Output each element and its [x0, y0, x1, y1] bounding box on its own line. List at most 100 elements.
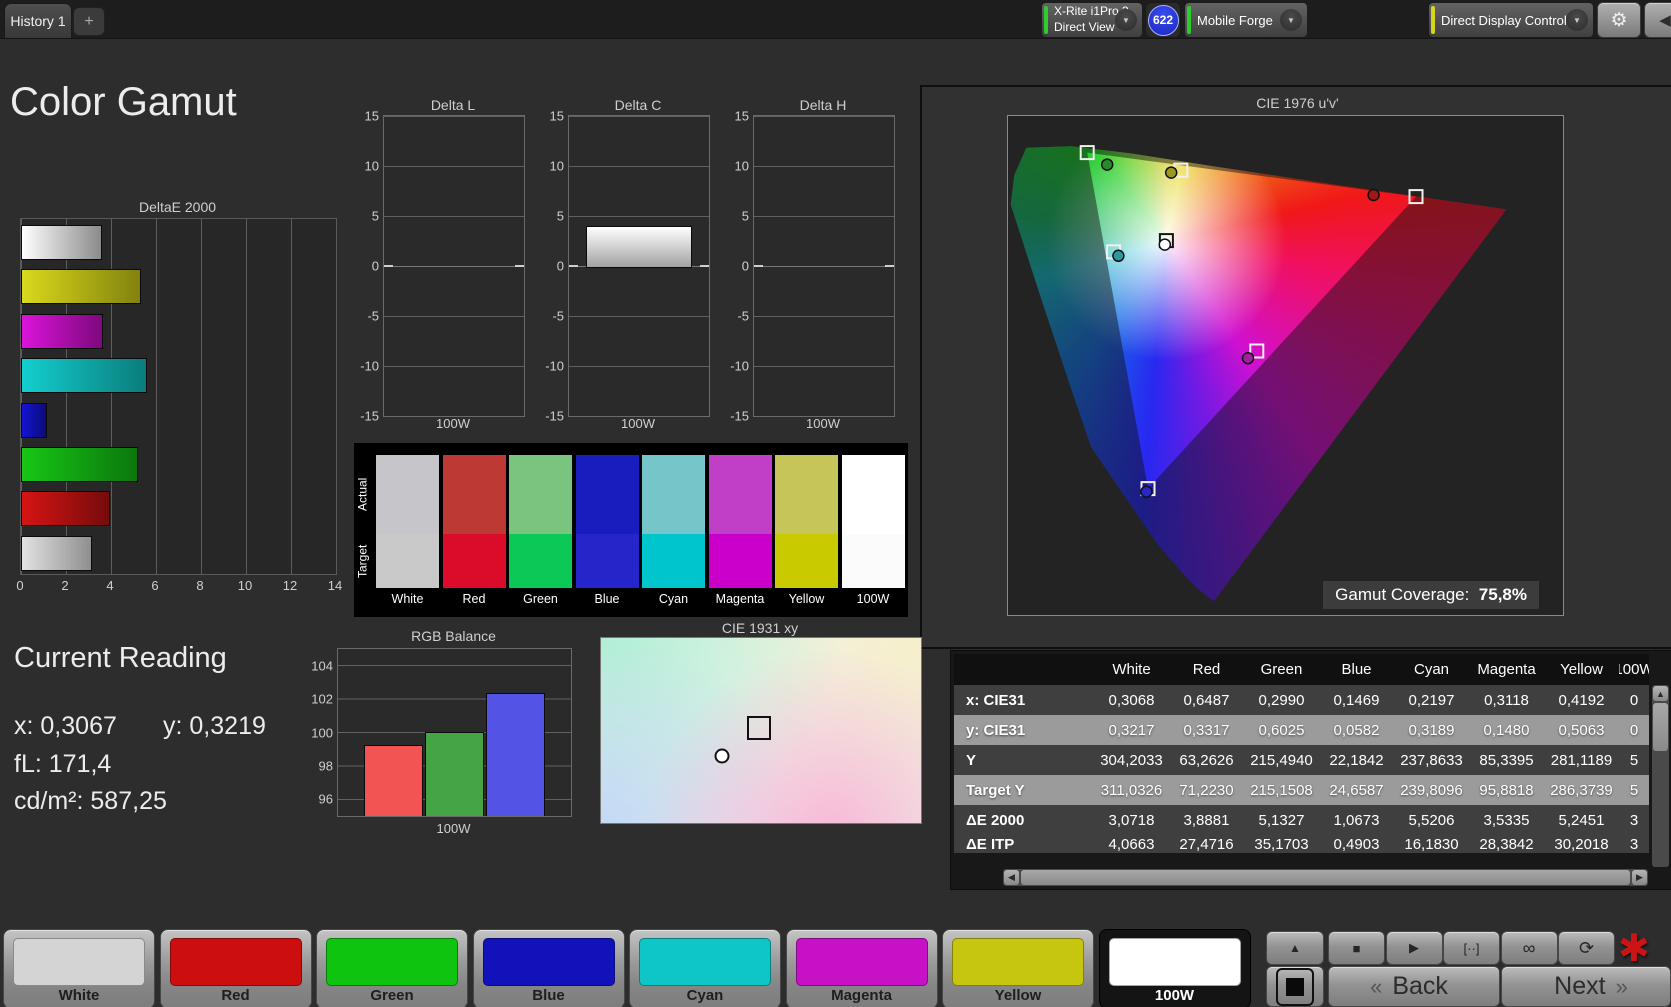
pattern-button-100w[interactable]: 100W [1098, 929, 1251, 1007]
control-dropdown-label: Direct Display Control [1441, 12, 1567, 28]
row-label: ΔE 2000 [966, 811, 1025, 829]
swatch-label: 100W [856, 592, 890, 606]
table-cell: 1,0673 [1333, 811, 1380, 829]
axis-tick-label: 102 [311, 691, 333, 707]
column-header: White [1112, 661, 1151, 678]
pattern-window-button[interactable] [1266, 966, 1324, 1007]
axis-tick-label: -5 [737, 308, 749, 324]
axis-tick-label: 96 [318, 791, 333, 807]
axis-tick-label: 98 [318, 758, 333, 774]
target-swatch [642, 534, 705, 588]
pattern-button-magenta[interactable]: Magenta [785, 929, 938, 1007]
table-horizontal-scrollbar[interactable]: ◀ ▶ [1003, 869, 1648, 886]
pattern-up-button[interactable]: ▲ [1266, 931, 1324, 965]
delta-l-xlabel: 100W [436, 416, 470, 431]
target-swatch [841, 534, 905, 588]
target-swatch [442, 534, 506, 588]
axis-tick-label: -10 [360, 358, 379, 374]
settings-button[interactable]: ⚙ [1597, 2, 1641, 38]
pattern-color-swatch [639, 938, 771, 986]
meter-count-badge[interactable]: 622 [1145, 2, 1181, 38]
axis-tick-label: 0 [371, 258, 379, 274]
pattern-button-cyan[interactable]: Cyan [629, 929, 781, 1007]
source-dropdown[interactable]: Mobile Forge ▼ [1184, 2, 1308, 38]
pattern-button-blue[interactable]: Blue [472, 929, 625, 1007]
scroll-up-button[interactable]: ▲ [1653, 686, 1668, 701]
loop-button[interactable]: ∞ [1500, 931, 1558, 965]
scroll-thumb[interactable] [1021, 870, 1630, 885]
table-cell: 3 [1629, 835, 1639, 853]
range-icon: [··] [1463, 940, 1480, 956]
table-cell: 0,1469 [1333, 691, 1380, 709]
swatch-column-green: Green [509, 455, 572, 606]
next-button[interactable]: Next » [1501, 966, 1671, 1007]
target-swatch [509, 534, 572, 588]
swatch-label: Cyan [658, 592, 689, 606]
table-cell: 30,2018 [1554, 835, 1609, 853]
pattern-button-label: Magenta [831, 987, 892, 1004]
measured-dot-blue [1140, 485, 1153, 499]
next-chevrons-icon: » [1615, 973, 1628, 999]
tab-history-1[interactable]: History 1 [4, 3, 72, 38]
pattern-button-label: Yellow [994, 987, 1042, 1004]
pattern-button-red[interactable]: Red [159, 929, 312, 1007]
play-button[interactable]: ▶ [1385, 931, 1443, 965]
scroll-right-button[interactable]: ▶ [1632, 870, 1647, 885]
axis-tick-label: -15 [730, 408, 749, 424]
deltae-chart-title: DeltaE 2000 [138, 199, 217, 215]
back-button[interactable]: « Back [1328, 966, 1500, 1007]
range-button[interactable]: [··] [1443, 931, 1500, 965]
axis-tick-label: 10 [364, 158, 379, 174]
pattern-button-white[interactable]: White [3, 929, 155, 1007]
pattern-button-yellow[interactable]: Yellow [942, 929, 1094, 1007]
out-of-gamut-shade [1010, 146, 1507, 602]
actual-swatch [442, 455, 506, 534]
up-arrow-icon: ▲ [1289, 941, 1301, 955]
control-dropdown[interactable]: Direct Display Control ▼ [1428, 2, 1594, 38]
deltae-bar-100w [21, 225, 102, 260]
cie1931-measured-dot [714, 748, 730, 764]
refresh-button[interactable]: ⟳ [1558, 931, 1615, 965]
measurement-table: ▲ ◀ ▶ White Red Green Blue Cyan Magenta Yellow… [950, 650, 1671, 890]
column-header: Green [1260, 661, 1303, 678]
table-row: y: CIE31 0,3217 0,3317 0,6025 0,0582 0,3189 0,… [954, 715, 1649, 745]
delta-c-title: Delta C [614, 97, 662, 113]
table-cell: 3,8881 [1183, 811, 1230, 829]
swatch-label: Red [462, 592, 486, 606]
table-cell: 24,6587 [1329, 781, 1384, 799]
table-cell: 0,2990 [1258, 691, 1305, 709]
collapse-panel-button[interactable]: ◀ [1644, 2, 1671, 38]
axis-tick-label: 12 [282, 578, 298, 593]
deltae-bar-red [21, 491, 111, 527]
axis-tick-label: 100 [311, 725, 333, 740]
rgb-bar-green [425, 731, 484, 816]
meter-dropdown[interactable]: X-Rite i1Pro 3 Direct View ▼ [1041, 2, 1143, 38]
swatch-row-label: Target [355, 544, 370, 578]
axis-tick-label: 0 [556, 258, 564, 274]
add-tab-button[interactable]: + [73, 7, 105, 36]
scroll-left-button[interactable]: ◀ [1004, 870, 1019, 885]
scroll-thumb[interactable] [1653, 703, 1668, 751]
stop-button[interactable]: ■ [1328, 931, 1385, 965]
table-vertical-scrollbar[interactable]: ▲ [1652, 685, 1669, 867]
table-cell: 85,3395 [1479, 751, 1534, 769]
refresh-icon: ⟳ [1578, 937, 1595, 958]
zero-tick [885, 265, 894, 267]
swatch-column-cyan: Cyan [642, 455, 705, 606]
table-cell: 0,5063 [1558, 721, 1605, 739]
swatch-label: White [391, 592, 424, 606]
table-cell: 5,5206 [1408, 811, 1455, 829]
deltae-bar-white [21, 535, 93, 571]
rgb-balance-xlabel: 100W [436, 821, 471, 836]
control-status-stripe [1431, 6, 1435, 34]
axis-tick-label: 5 [556, 208, 564, 224]
cie1931-plot [600, 637, 922, 824]
back-chevrons-icon: « [1370, 973, 1383, 999]
source-dropdown-label: Mobile Forge [1197, 12, 1273, 28]
pattern-button-green[interactable]: Green [316, 929, 468, 1007]
column-header: Magenta [1477, 661, 1536, 678]
deltae-bar-blue [21, 402, 47, 438]
measured-dot-red [1367, 188, 1380, 202]
row-label: y: CIE31 [966, 721, 1026, 739]
zero-tick [515, 265, 524, 267]
